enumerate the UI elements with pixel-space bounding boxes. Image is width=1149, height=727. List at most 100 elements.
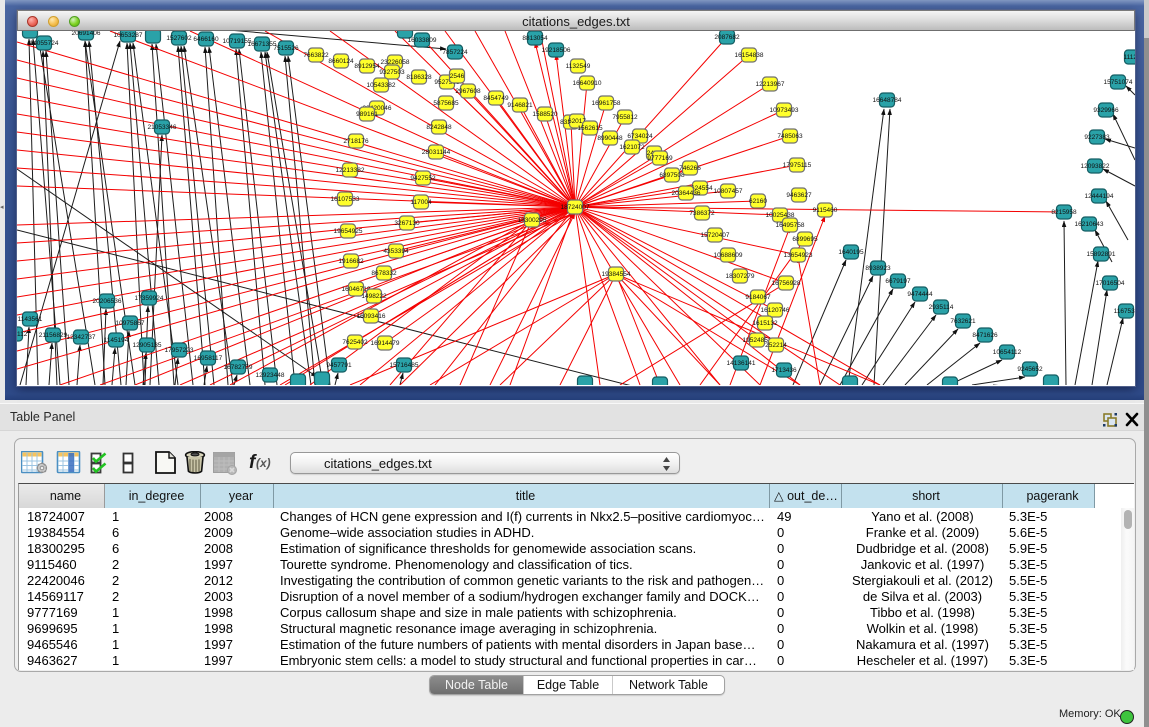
svg-text:10807457: 10807457 xyxy=(714,188,743,195)
svg-text:(x): (x) xyxy=(256,456,271,470)
svg-text:10688609: 10688609 xyxy=(714,252,743,259)
svg-text:8813054: 8813054 xyxy=(522,35,548,42)
svg-text:16961758: 16961758 xyxy=(592,100,621,107)
svg-text:17975115: 17975115 xyxy=(783,162,812,169)
svg-text:252214: 252214 xyxy=(765,342,787,349)
svg-text:1621072: 1621072 xyxy=(619,144,645,151)
svg-text:10973493: 10973493 xyxy=(770,107,799,114)
svg-text:19654925: 19654925 xyxy=(334,228,363,235)
svg-text:117004: 117004 xyxy=(410,199,432,206)
svg-text:5875685: 5875685 xyxy=(433,100,459,107)
svg-text:16120746: 16120746 xyxy=(761,307,790,314)
svg-text:20364436: 20364436 xyxy=(672,190,701,197)
svg-text:16958117: 16958117 xyxy=(194,355,223,362)
svg-text:16756928: 16756928 xyxy=(772,280,801,287)
svg-text:10543382: 10543382 xyxy=(367,82,396,89)
svg-text:9474444: 9474444 xyxy=(907,291,933,298)
svg-text:7663822: 7663822 xyxy=(303,52,329,59)
svg-text:16782759: 16782759 xyxy=(224,364,253,371)
svg-text:16210643: 16210643 xyxy=(1075,221,1104,228)
svg-text:16495758: 16495758 xyxy=(776,222,805,229)
svg-text:1167533: 1167533 xyxy=(1114,308,1135,315)
svg-text:6899695: 6899695 xyxy=(792,236,818,243)
svg-text:12444194: 12444194 xyxy=(1085,193,1114,200)
svg-text:2935114: 2935114 xyxy=(929,304,954,311)
svg-text:10975867: 10975867 xyxy=(116,320,145,327)
svg-text:16154838: 16154838 xyxy=(735,52,764,59)
svg-text:3915112: 3915112 xyxy=(17,331,28,338)
svg-text:8678332: 8678332 xyxy=(371,270,397,277)
svg-text:1615132: 1615132 xyxy=(752,320,778,327)
svg-text:12923448: 12923448 xyxy=(256,372,285,379)
svg-text:15892891: 15892891 xyxy=(1087,251,1116,258)
svg-text:18307279: 18307279 xyxy=(726,273,755,280)
svg-text:9427552: 9427552 xyxy=(410,175,436,182)
svg-text:20206536: 20206536 xyxy=(93,298,122,305)
svg-text:16033809: 16033809 xyxy=(408,37,437,44)
svg-text:20691406: 20691406 xyxy=(72,31,101,37)
svg-text:8938923: 8938923 xyxy=(865,265,891,272)
svg-text:3267130: 3267130 xyxy=(394,220,420,227)
svg-text:12905135: 12905135 xyxy=(133,342,162,349)
svg-text:1640195: 1640195 xyxy=(838,249,864,256)
svg-text:15716485: 15716485 xyxy=(390,362,419,369)
svg-text:6897508: 6897508 xyxy=(659,172,685,179)
svg-text:9245652: 9245652 xyxy=(1017,366,1043,373)
svg-text:16648784: 16648784 xyxy=(873,97,902,104)
svg-text:10654112: 10654112 xyxy=(993,349,1022,356)
svg-text:9457791: 9457791 xyxy=(326,362,352,369)
svg-text:21156829: 21156829 xyxy=(39,332,68,339)
svg-text:16914479: 16914479 xyxy=(371,340,400,347)
svg-text:16107533: 16107533 xyxy=(331,196,360,203)
svg-text:8912954: 8912954 xyxy=(354,63,380,70)
svg-text:62160: 62160 xyxy=(749,198,767,205)
svg-text:8186328: 8186328 xyxy=(406,74,432,81)
svg-text:8990448: 8990448 xyxy=(597,135,623,142)
svg-text:9777169: 9777169 xyxy=(647,155,673,162)
svg-text:7955812: 7955812 xyxy=(612,114,638,121)
svg-text:19218506: 19218506 xyxy=(542,47,571,54)
svg-text:1562615: 1562615 xyxy=(577,125,603,132)
svg-text:17359924: 17359924 xyxy=(135,295,164,302)
svg-text:14136141: 14136141 xyxy=(727,360,756,367)
svg-text:12213382: 12213382 xyxy=(336,167,365,174)
svg-text:746266: 746266 xyxy=(679,165,701,172)
svg-text:9463627: 9463627 xyxy=(786,192,812,199)
svg-text:4353394: 4353394 xyxy=(383,248,409,255)
svg-text:1713436: 1713436 xyxy=(771,367,797,374)
svg-text:989161: 989161 xyxy=(356,111,378,118)
svg-text:7386372: 7386372 xyxy=(689,210,715,217)
svg-text:2967608: 2967608 xyxy=(455,88,481,95)
svg-text:8454749: 8454749 xyxy=(483,95,509,102)
svg-text:12342737: 12342737 xyxy=(67,334,96,341)
svg-text:12213967: 12213967 xyxy=(756,81,785,88)
svg-text:9327503: 9327503 xyxy=(379,69,405,76)
svg-text:17957223: 17957223 xyxy=(165,347,194,354)
svg-text:10653287: 10653287 xyxy=(114,32,143,39)
svg-text:13654923: 13654923 xyxy=(784,252,813,259)
svg-text:15720407: 15720407 xyxy=(701,232,730,239)
svg-text:7625402: 7625402 xyxy=(342,339,368,346)
svg-text:14055724: 14055724 xyxy=(30,40,59,47)
svg-text:1145194: 1145194 xyxy=(104,337,129,344)
svg-text:7632621: 7632621 xyxy=(950,318,976,325)
svg-text:18300295: 18300295 xyxy=(518,217,547,224)
svg-text:2546: 2546 xyxy=(450,73,465,80)
svg-text:8242848: 8242848 xyxy=(426,124,452,131)
svg-text:1132549: 1132549 xyxy=(566,63,591,70)
svg-text:1527602: 1527602 xyxy=(166,35,192,42)
svg-text:7485063: 7485063 xyxy=(777,133,803,140)
svg-text:1143561: 1143561 xyxy=(18,316,43,323)
svg-text:9115460: 9115460 xyxy=(813,207,838,214)
svg-text:2718176: 2718176 xyxy=(343,138,369,145)
svg-text:7857224: 7857224 xyxy=(442,49,468,56)
svg-text:15751074: 15751074 xyxy=(1104,79,1133,86)
svg-text:8215958: 8215958 xyxy=(1051,209,1077,216)
svg-text:1916682: 1916682 xyxy=(338,258,364,265)
svg-text:11125: 11125 xyxy=(1123,54,1135,61)
svg-text:12093822: 12093822 xyxy=(1081,163,1110,170)
svg-text:1498222: 1498222 xyxy=(361,293,387,300)
svg-text:21053346: 21053346 xyxy=(148,124,177,131)
svg-text:6679197: 6679197 xyxy=(885,278,911,285)
svg-text:28031144: 28031144 xyxy=(422,149,451,156)
